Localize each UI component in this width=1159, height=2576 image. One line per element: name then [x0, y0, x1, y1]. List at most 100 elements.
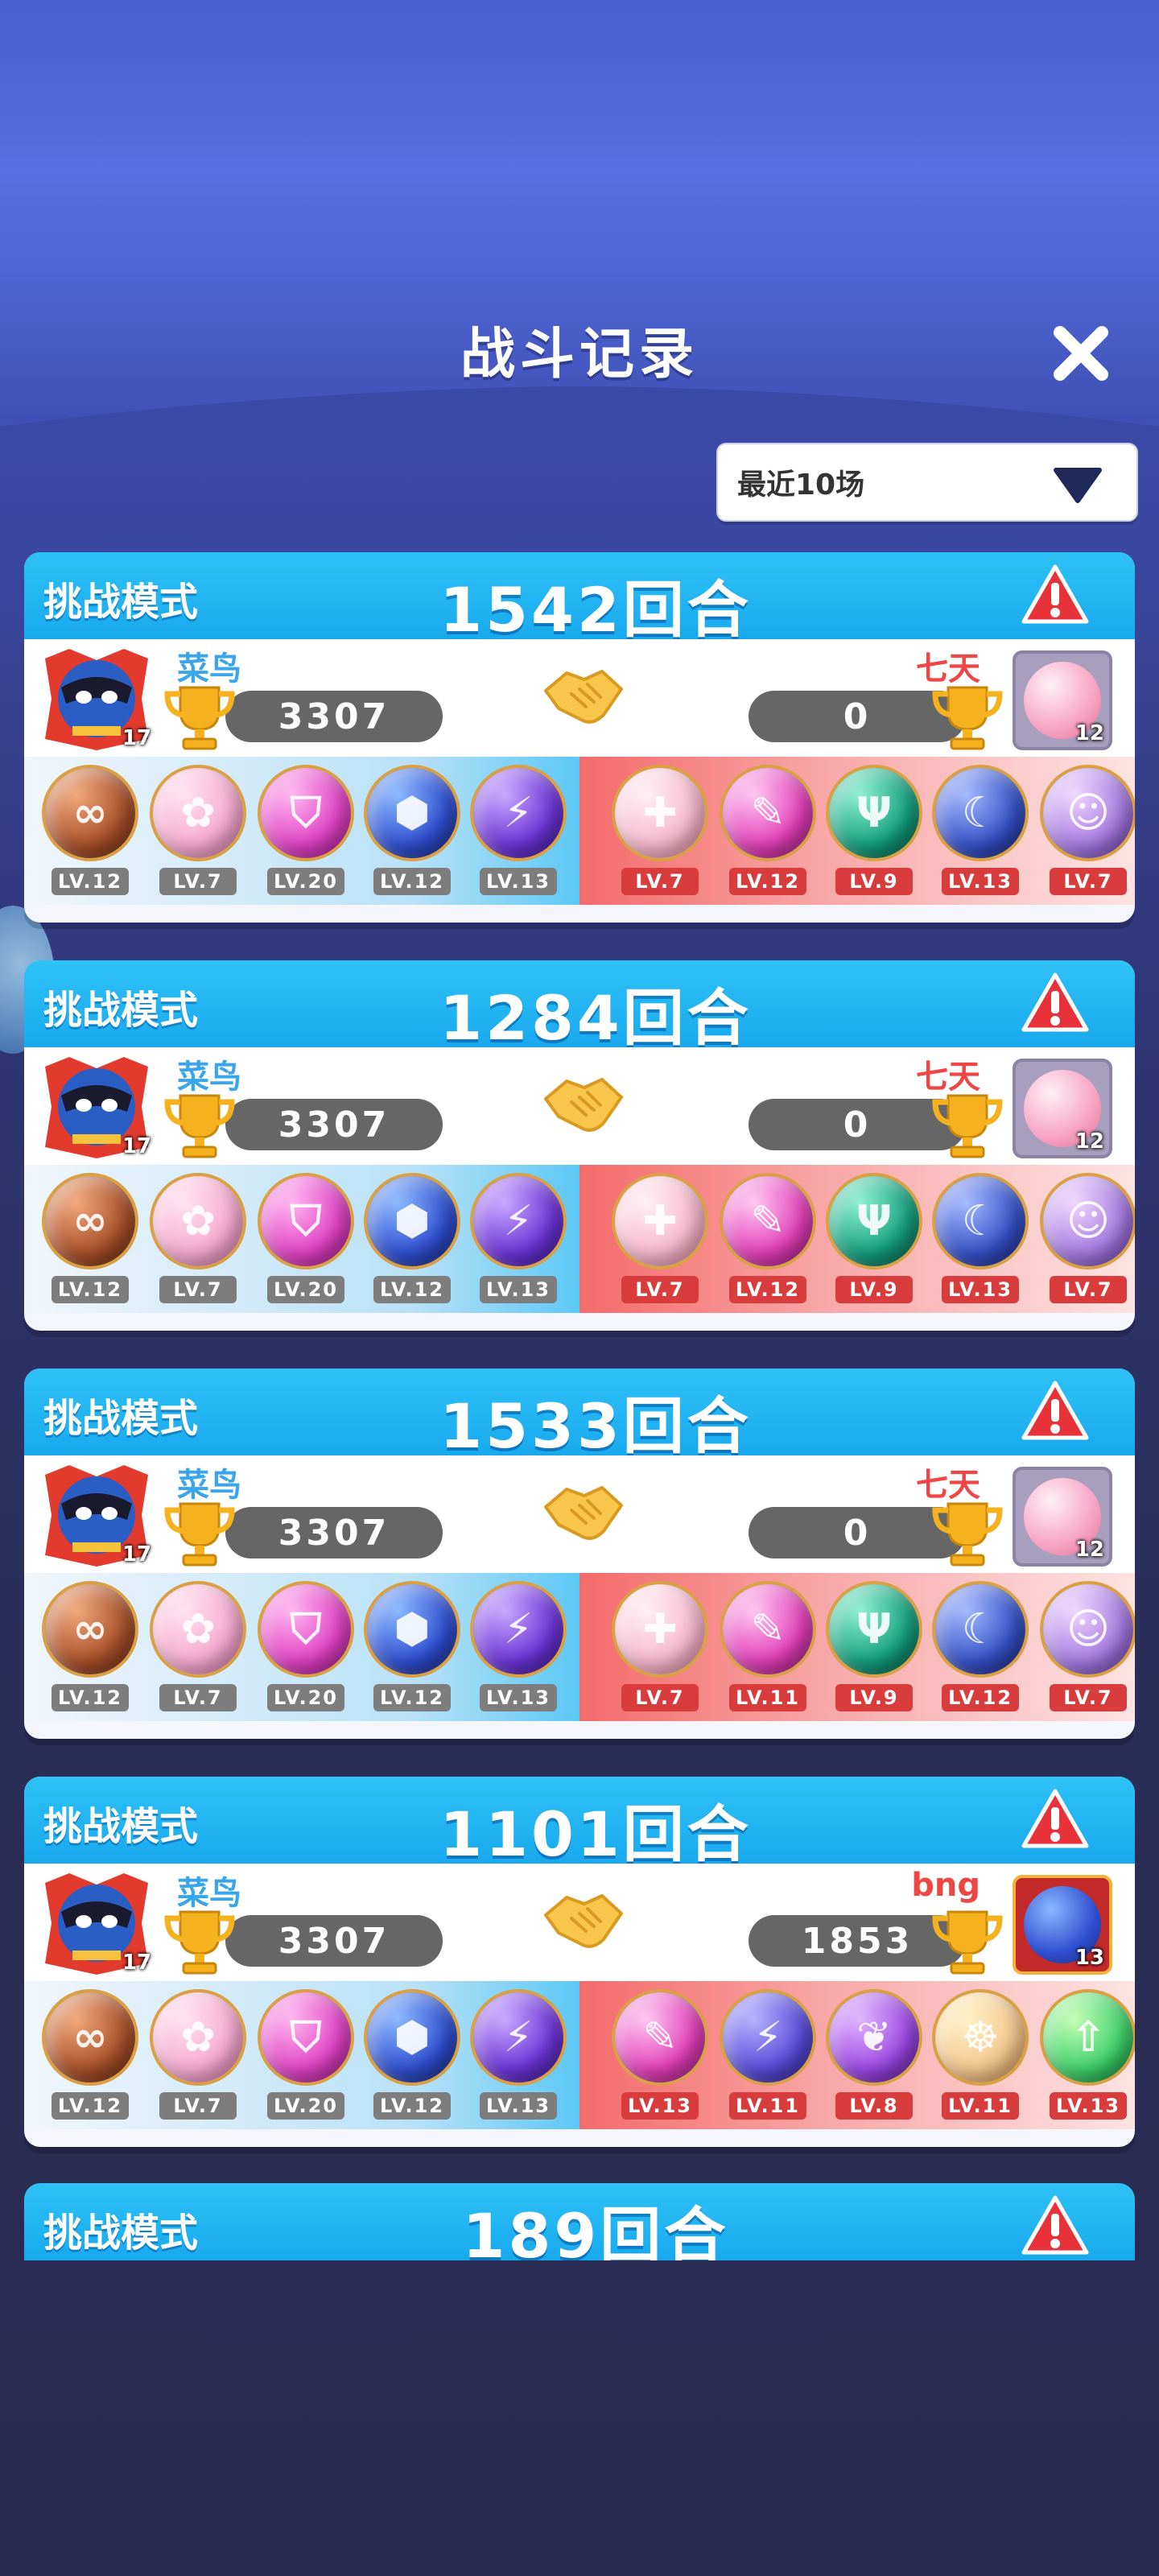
battle-record-card[interactable]: 挑战模式 189回合: [24, 2183, 1135, 2260]
trident-orb-icon[interactable]: Ψ: [826, 1581, 922, 1678]
report-warning-icon[interactable]: [1021, 1786, 1090, 1851]
trophy-icon: [932, 686, 1003, 750]
hex-orb-icon[interactable]: ⬢: [364, 1989, 460, 2086]
player-avatar[interactable]: 17: [37, 1867, 156, 1978]
feather-orb-icon[interactable]: ✎: [612, 1989, 708, 2086]
trophy-icon: [932, 1094, 1003, 1158]
infinity-orb-icon[interactable]: ∞: [42, 765, 138, 861]
cross-orb-icon[interactable]: ✚: [612, 1173, 708, 1269]
report-warning-icon[interactable]: [1021, 562, 1090, 626]
level-badge: LV.20: [267, 868, 344, 895]
level-badge: LV.13: [480, 1276, 557, 1303]
shield-orb-icon[interactable]: ⛉: [258, 1989, 354, 2086]
rounds-label: 1101回合: [439, 1798, 752, 1870]
opponent-avatar[interactable]: 12: [1013, 650, 1112, 750]
shield-orb-icon[interactable]: ⛉: [258, 765, 354, 861]
feather-orb-icon[interactable]: ✎: [720, 1173, 816, 1269]
shield-orb-icon[interactable]: ⛉: [258, 1173, 354, 1269]
level-badge: LV.13: [942, 1276, 1019, 1303]
level-badge: LV.12: [52, 1684, 129, 1711]
team-lineup-row: ∞ LV.12 ✿ LV.7 ⛉ LV.20 ⬢ LV.12 ⚡ LV.13 ✚…: [24, 1573, 1135, 1721]
close-button[interactable]: [1046, 319, 1116, 388]
player-level: 17: [122, 1542, 151, 1567]
battle-record-card[interactable]: 挑战模式 1542回合 17 菜鸟 3307 七天 0 12 ∞ LV.12 ✿…: [24, 552, 1135, 923]
opponent-avatar[interactable]: 13: [1013, 1875, 1112, 1975]
level-badge: LV.20: [267, 2092, 344, 2120]
level-badge: LV.7: [159, 2092, 237, 2120]
girl-orb-icon[interactable]: ☺: [1040, 765, 1135, 861]
hex-orb-icon[interactable]: ⬢: [364, 1173, 460, 1269]
handshake-draw-icon: [544, 1894, 623, 1948]
report-warning-icon[interactable]: [1021, 2193, 1090, 2257]
card-header: 挑战模式 189回合: [24, 2183, 1135, 2260]
lightning-orb-icon[interactable]: ⚡: [470, 765, 567, 861]
cross-orb-icon[interactable]: ✚: [612, 1581, 708, 1678]
level-badge: LV.20: [267, 1276, 344, 1303]
level-badge: LV.13: [480, 868, 557, 895]
player-avatar[interactable]: 17: [37, 642, 156, 753]
player-avatar[interactable]: 17: [37, 1459, 156, 1570]
girl-orb-icon[interactable]: ☺: [1040, 1581, 1135, 1678]
mode-label: 挑战模式: [43, 580, 199, 625]
player-team: ∞ LV.12 ✿ LV.7 ⛉ LV.20 ⬢ LV.12 ⚡ LV.13: [24, 1981, 580, 2129]
card-header: 挑战模式 1542回合: [24, 552, 1135, 646]
level-badge: LV.12: [52, 868, 129, 895]
opponent-avatar[interactable]: 12: [1013, 1059, 1112, 1158]
level-badge: LV.7: [621, 1276, 699, 1303]
level-badge: LV.7: [1050, 1276, 1127, 1303]
trophy-icon: [164, 1502, 235, 1567]
girl-orb-icon[interactable]: ☺: [1040, 1173, 1135, 1269]
report-warning-icon[interactable]: [1021, 1378, 1090, 1443]
pink-bloom-orb-icon[interactable]: ✿: [150, 1581, 246, 1678]
player-team: ∞ LV.12 ✿ LV.7 ⛉ LV.20 ⬢ LV.12 ⚡ LV.13: [24, 1165, 580, 1313]
level-badge: LV.12: [942, 1684, 1019, 1711]
butterfly-orb-icon[interactable]: ❦: [826, 1989, 922, 2086]
level-badge: LV.7: [1050, 1684, 1127, 1711]
trident-orb-icon[interactable]: Ψ: [826, 765, 922, 861]
page-title: 战斗记录: [460, 323, 699, 386]
lightning-orb-icon[interactable]: ⚡: [470, 1173, 567, 1269]
infinity-orb-icon[interactable]: ∞: [42, 1989, 138, 2086]
pink-bloom-orb-icon[interactable]: ✿: [150, 1173, 246, 1269]
close-icon: [1054, 326, 1108, 381]
lightning-orb-icon[interactable]: ⚡: [470, 1581, 567, 1678]
pink-bloom-orb-icon[interactable]: ✿: [150, 1989, 246, 2086]
level-badge: LV.12: [729, 868, 806, 895]
crescent-orb-icon[interactable]: ☾: [932, 1173, 1029, 1269]
crescent-orb-icon[interactable]: ☾: [932, 1581, 1029, 1678]
card-header: 挑战模式 1101回合: [24, 1777, 1135, 1870]
trophy-icon: [932, 1502, 1003, 1567]
crescent-orb-icon[interactable]: ☾: [932, 765, 1029, 861]
opponent-level: 13: [1074, 1946, 1104, 1970]
shield-orb-icon[interactable]: ⛉: [258, 1581, 354, 1678]
player-avatar[interactable]: 17: [37, 1051, 156, 1162]
opponent-avatar[interactable]: 12: [1013, 1467, 1112, 1567]
card-header: 挑战模式 1533回合: [24, 1368, 1135, 1462]
team-lineup-row: ∞ LV.12 ✿ LV.7 ⛉ LV.20 ⬢ LV.12 ⚡ LV.13 ✚…: [24, 1165, 1135, 1313]
squid-orb-icon[interactable]: ☸: [932, 1989, 1029, 2086]
report-warning-icon[interactable]: [1021, 970, 1090, 1034]
level-badge: LV.12: [52, 1276, 129, 1303]
lightning-orb-icon[interactable]: ⚡: [470, 1989, 567, 2086]
infinity-orb-icon[interactable]: ∞: [42, 1173, 138, 1269]
battle-record-card[interactable]: 挑战模式 1284回合 17 菜鸟 3307 七天 0 12 ∞ LV.12 ✿…: [24, 960, 1135, 1331]
trident-orb-icon[interactable]: Ψ: [826, 1173, 922, 1269]
player-team: ∞ LV.12 ✿ LV.7 ⛉ LV.20 ⬢ LV.12 ⚡ LV.13: [24, 1573, 580, 1721]
lightning-orb-icon[interactable]: ⚡: [720, 1989, 816, 2086]
cross-orb-icon[interactable]: ✚: [612, 765, 708, 861]
infinity-orb-icon[interactable]: ∞: [42, 1581, 138, 1678]
level-badge: LV.12: [373, 1684, 451, 1711]
up-arrow-orb-icon[interactable]: ⇧: [1040, 1989, 1135, 2086]
player-trophy-score: 3307: [225, 1915, 443, 1967]
feather-orb-icon[interactable]: ✎: [720, 1581, 816, 1678]
battle-record-card[interactable]: 挑战模式 1533回合 17 菜鸟 3307 七天 0 12 ∞ LV.12 ✿…: [24, 1368, 1135, 1739]
battle-record-card[interactable]: 挑战模式 1101回合 17 菜鸟 3307 bng 1853 13 ∞ LV.…: [24, 1777, 1135, 2147]
level-badge: LV.11: [729, 1684, 806, 1711]
opponent-level: 12: [1074, 1538, 1104, 1562]
hex-orb-icon[interactable]: ⬢: [364, 765, 460, 861]
match-info-row: 17 菜鸟 3307 七天 0 12: [24, 1047, 1135, 1165]
pink-bloom-orb-icon[interactable]: ✿: [150, 765, 246, 861]
feather-orb-icon[interactable]: ✎: [720, 765, 816, 861]
hex-orb-icon[interactable]: ⬢: [364, 1581, 460, 1678]
record-range-dropdown[interactable]: 最近10场: [716, 443, 1138, 522]
